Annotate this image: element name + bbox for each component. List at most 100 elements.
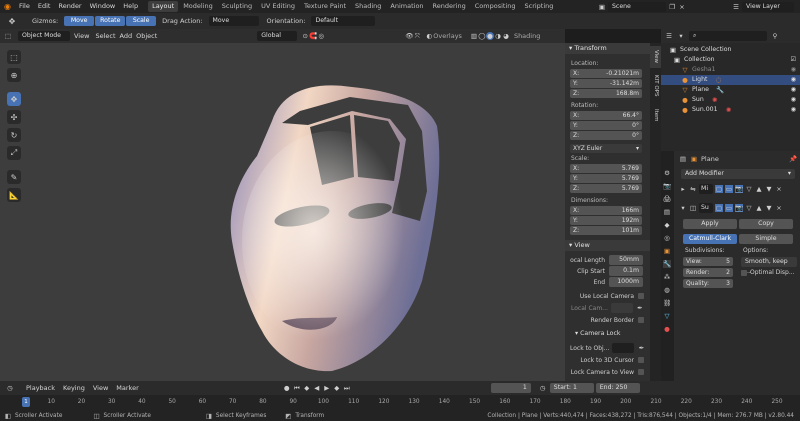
timeline-view-menu[interactable]: View bbox=[89, 382, 112, 395]
optimal-display-row[interactable]: Optimal Disp... bbox=[741, 269, 795, 276]
tab-compositing[interactable]: Compositing bbox=[471, 1, 520, 12]
tab-view[interactable]: View bbox=[650, 46, 661, 68]
jump-end-icon[interactable]: ⏭ bbox=[343, 384, 351, 392]
scale-icon[interactable]: ⤢ bbox=[7, 146, 21, 160]
visibility-icon[interactable]: 👁 bbox=[405, 32, 413, 40]
render-border-checkbox[interactable] bbox=[638, 317, 644, 323]
clip-end-field[interactable]: 1000m bbox=[609, 277, 643, 287]
editmode-icon[interactable]: ▢ bbox=[715, 185, 723, 193]
transform-section-header[interactable]: ▾ Transform bbox=[565, 43, 650, 54]
viewport-visibility-icon[interactable]: ▭ bbox=[725, 204, 733, 212]
local-camera-field[interactable] bbox=[610, 303, 633, 313]
quality-field[interactable]: Quality: 3 bbox=[683, 279, 733, 288]
focal-length-field[interactable]: 50mm bbox=[609, 255, 643, 265]
play-reverse-icon[interactable]: ◀ bbox=[313, 384, 321, 392]
marker-menu[interactable]: Marker bbox=[112, 382, 142, 395]
tab-sculpting[interactable]: Sculpting bbox=[218, 1, 256, 12]
data-tab-icon[interactable]: ▽ bbox=[663, 312, 671, 320]
play-icon[interactable]: ▶ bbox=[323, 384, 331, 392]
close-icon[interactable]: × bbox=[775, 204, 783, 212]
orientation-dropdown[interactable]: Default bbox=[311, 16, 376, 26]
rotation-y-field[interactable]: Y: 0° bbox=[570, 121, 642, 130]
editmode-icon[interactable]: ▢ bbox=[715, 204, 723, 212]
viewport-menu-add[interactable]: Add bbox=[118, 30, 135, 43]
eye-icon[interactable]: ◉ bbox=[791, 105, 800, 115]
properties-editor-icon[interactable]: ▤ bbox=[679, 155, 687, 163]
end-frame-field[interactable]: End: 250 bbox=[595, 383, 640, 393]
measure-icon[interactable]: 📐 bbox=[7, 188, 21, 202]
overlays-icon[interactable]: ◐ bbox=[425, 32, 433, 40]
apply-button[interactable]: Apply bbox=[683, 219, 737, 229]
rotate-icon[interactable]: ↻ bbox=[7, 128, 21, 142]
transform-orientation-dropdown[interactable]: Global bbox=[257, 31, 298, 41]
move-down-icon[interactable]: ▼ bbox=[765, 204, 773, 212]
particles-tab-icon[interactable]: ⁂ bbox=[663, 273, 671, 281]
dimension-x-field[interactable]: X: 166m bbox=[570, 206, 642, 215]
proportional-edit-icon[interactable]: ◎ bbox=[317, 32, 325, 40]
viewport-menu-object[interactable]: Object bbox=[134, 30, 159, 43]
tab-scripting[interactable]: Scripting bbox=[521, 1, 558, 12]
menu-file[interactable]: File bbox=[15, 0, 34, 13]
object-mode-dropdown[interactable]: Object Mode bbox=[18, 31, 70, 41]
outliner-search-input[interactable]: ⌕ bbox=[689, 31, 767, 41]
clip-start-field[interactable]: 0.1m bbox=[609, 266, 643, 276]
outliner-item[interactable]: ● Sun.001 ✺ ◉ bbox=[661, 105, 800, 115]
location-x-field[interactable]: X: -0.21021m bbox=[570, 69, 642, 78]
eye-icon[interactable]: ◉ bbox=[791, 85, 800, 95]
3d-viewport[interactable]: ⬚ Object Mode View Select Add Object Glo… bbox=[0, 29, 565, 381]
editor-type-icon[interactable]: ⬚ bbox=[4, 32, 12, 40]
pivot-icon[interactable]: ⊙ bbox=[301, 32, 309, 40]
expand-icon[interactable]: ▸ bbox=[679, 185, 687, 193]
select-box-icon[interactable]: ⬚ bbox=[7, 50, 21, 64]
jump-start-icon[interactable]: ⏮ bbox=[293, 384, 301, 392]
view-layer-tab-icon[interactable]: ▤ bbox=[663, 208, 671, 216]
collapse-icon[interactable]: ▾ bbox=[679, 204, 687, 212]
timeline-ruler[interactable]: 1102030405060708090100110120130140150160… bbox=[0, 395, 800, 411]
render-visibility-icon[interactable]: 📷 bbox=[735, 204, 743, 212]
rotation-z-field[interactable]: Z: 0° bbox=[570, 131, 642, 140]
filter-icon[interactable]: ⚲ bbox=[771, 32, 779, 40]
move-down-icon[interactable]: ▼ bbox=[765, 185, 773, 193]
uv-smooth-dropdown[interactable]: Smooth, keep ... bbox=[741, 257, 797, 275]
lock-to-object-field[interactable] bbox=[612, 343, 635, 353]
scale-gizmo-button[interactable]: Scale bbox=[126, 16, 157, 26]
dimension-y-field[interactable]: Y: 192m bbox=[570, 216, 642, 225]
next-keyframe-icon[interactable]: ◆ bbox=[333, 384, 341, 392]
view-section-header[interactable]: ▾ View bbox=[565, 240, 650, 251]
move-up-icon[interactable]: ▲ bbox=[755, 185, 763, 193]
menu-render[interactable]: Render bbox=[54, 0, 85, 13]
tab-shading[interactable]: Shading bbox=[351, 1, 385, 12]
view-layer-field[interactable]: View Layer bbox=[742, 2, 794, 12]
close-icon[interactable]: × bbox=[775, 185, 783, 193]
catmull-clark-button[interactable]: Catmull-Clark bbox=[683, 234, 737, 244]
world-tab-icon[interactable]: ◎ bbox=[663, 234, 671, 242]
eyedropper-icon[interactable]: ✒ bbox=[636, 304, 644, 312]
menu-window[interactable]: Window bbox=[86, 0, 120, 13]
tab-item[interactable]: Item bbox=[650, 104, 661, 126]
move-up-icon[interactable]: ▲ bbox=[755, 204, 763, 212]
physics-tab-icon[interactable]: ◍ bbox=[663, 286, 671, 294]
checkbox-icon[interactable]: ☑ bbox=[790, 55, 800, 65]
current-frame-field[interactable]: 1 bbox=[490, 383, 531, 393]
tool-tab-icon[interactable]: ⚙ bbox=[663, 169, 671, 177]
scale-x-field[interactable]: X: 5.769 bbox=[570, 164, 642, 173]
tab-rendering[interactable]: Rendering bbox=[429, 1, 470, 12]
shading-button[interactable]: Shading bbox=[514, 32, 540, 40]
tab-modeling[interactable]: Modeling bbox=[179, 1, 217, 12]
outliner-item[interactable]: ● Light ◌ ◉ bbox=[661, 75, 800, 85]
timeline-editor-icon[interactable]: ◷ bbox=[6, 384, 14, 392]
outliner-item[interactable]: ▽ Plane 🔧 ◉ bbox=[661, 85, 800, 95]
outliner-item[interactable]: ▽ Gesha1 ◉ bbox=[661, 65, 800, 75]
optimal-display-checkbox[interactable] bbox=[741, 269, 747, 276]
cage-icon[interactable]: ▽ bbox=[745, 185, 753, 193]
menu-edit[interactable]: Edit bbox=[34, 0, 55, 13]
dimension-z-field[interactable]: Z: 101m bbox=[570, 226, 642, 235]
eyedropper-icon[interactable]: ✒ bbox=[637, 344, 645, 352]
gizmo-icon[interactable]: ✥ bbox=[6, 15, 18, 27]
tab-uv-editing[interactable]: UV Editing bbox=[257, 1, 299, 12]
eye-icon[interactable]: ◉ bbox=[791, 65, 800, 75]
solid-shading-icon[interactable]: ● bbox=[485, 32, 494, 40]
lock-camera-view-checkbox[interactable] bbox=[638, 369, 644, 375]
viewport-visibility-icon[interactable]: ▭ bbox=[725, 185, 733, 193]
modifier-name-field[interactable]: Mi bbox=[699, 184, 713, 194]
